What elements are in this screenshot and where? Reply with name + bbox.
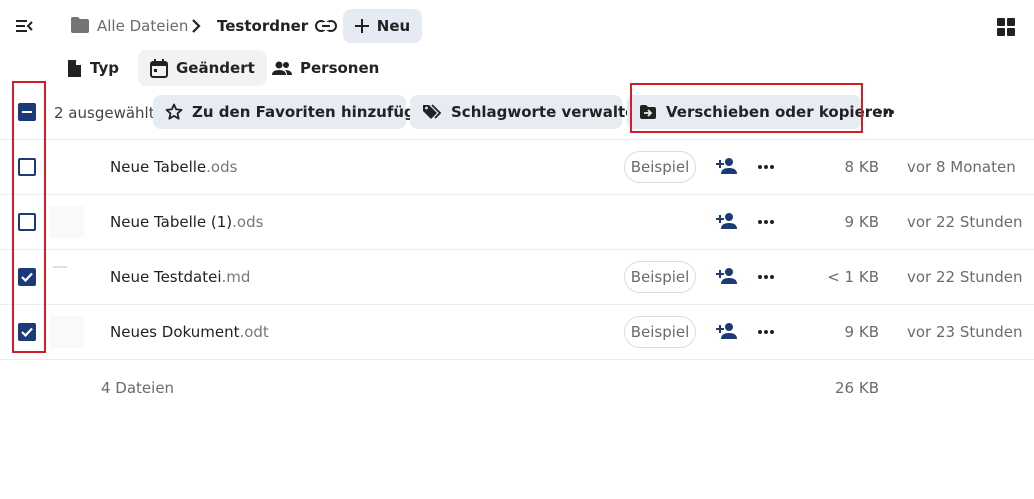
- filter-modified[interactable]: Geändert: [138, 50, 267, 86]
- file-modified: vor 8 Monaten: [907, 158, 1016, 176]
- filter-modified-label: Geändert: [176, 59, 255, 77]
- file-modified: vor 22 Stunden: [907, 213, 1023, 231]
- share-user-icon[interactable]: [716, 322, 738, 340]
- file-thumbnail: [53, 266, 67, 268]
- top-bar: Alle Dateien Testordner Neu: [0, 0, 1034, 52]
- share-user-icon[interactable]: [716, 212, 738, 230]
- file-name[interactable]: Neues Dokument.odt: [110, 323, 269, 341]
- plus-icon: [354, 19, 369, 33]
- file-icon: [66, 59, 82, 78]
- add-to-favorites-label: Zu den Favoriten hinzufügen: [192, 103, 436, 121]
- manage-tags-label: Schlagworte verwalten: [451, 103, 646, 121]
- file-name[interactable]: Neue Tabelle (1).ods: [110, 213, 263, 231]
- divider: [0, 359, 1034, 360]
- chevron-right-icon: [190, 17, 202, 35]
- breadcrumb-root[interactable]: Alle Dateien: [97, 17, 188, 35]
- file-size: 8 KB: [844, 158, 879, 176]
- table-row[interactable]: Neue Tabelle.ods Beispiel 8 KB vor 8 Mon…: [0, 140, 1034, 194]
- filter-people-label: Personen: [300, 59, 380, 77]
- share-user-icon[interactable]: [716, 267, 738, 285]
- highlight-move-button: [630, 83, 863, 133]
- tag-icon: [422, 103, 442, 121]
- tag-badge[interactable]: Beispiel: [624, 151, 696, 183]
- star-icon: [165, 103, 183, 121]
- file-size: < 1 KB: [827, 268, 879, 286]
- total-size-summary: 26 KB: [835, 379, 879, 397]
- file-modified: vor 23 Stunden: [907, 323, 1023, 341]
- file-size: 9 KB: [844, 323, 879, 341]
- file-name[interactable]: Neue Testdatei.md: [110, 268, 250, 286]
- breadcrumb-current[interactable]: Testordner: [217, 17, 308, 35]
- folder-icon[interactable]: [70, 16, 90, 34]
- selection-count: 2 ausgewählt: [54, 104, 155, 122]
- filter-type-label: Typ: [90, 59, 119, 77]
- row-actions-icon[interactable]: [756, 323, 776, 341]
- share-link-icon[interactable]: [314, 16, 338, 36]
- add-to-favorites-button[interactable]: Zu den Favoriten hinzufügen: [153, 95, 436, 129]
- grid-view-icon[interactable]: [996, 17, 1016, 37]
- file-size: 9 KB: [844, 213, 879, 231]
- filter-type[interactable]: Typ: [66, 50, 119, 86]
- row-actions-icon[interactable]: [756, 158, 776, 176]
- tag-badge[interactable]: Beispiel: [624, 316, 696, 348]
- new-button-label: Neu: [376, 17, 411, 35]
- people-icon: [272, 60, 292, 76]
- manage-tags-button[interactable]: Schlagworte verwalten: [410, 95, 646, 129]
- filter-people[interactable]: Personen: [272, 50, 379, 86]
- tag-badge[interactable]: Beispiel: [624, 261, 696, 293]
- highlight-checkbox-column: [12, 81, 46, 353]
- file-count-summary: 4 Dateien: [101, 379, 175, 397]
- new-button[interactable]: Neu: [343, 9, 422, 43]
- table-row[interactable]: Neues Dokument.odt Beispiel 9 KB vor 23 …: [0, 305, 1034, 359]
- table-row[interactable]: Neue Tabelle (1).ods 9 KB vor 22 Stunden: [0, 195, 1034, 249]
- table-row[interactable]: Neue Testdatei.md Beispiel < 1 KB vor 22…: [0, 250, 1034, 304]
- row-actions-icon[interactable]: [756, 268, 776, 286]
- file-thumbnail: [50, 316, 84, 348]
- file-modified: vor 22 Stunden: [907, 268, 1023, 286]
- toggle-navigation-icon[interactable]: [14, 16, 34, 36]
- file-thumbnail: [50, 206, 84, 238]
- more-actions-icon[interactable]: [876, 103, 896, 121]
- calendar-icon: [150, 58, 168, 78]
- share-user-icon[interactable]: [716, 157, 738, 175]
- row-actions-icon[interactable]: [756, 213, 776, 231]
- file-name[interactable]: Neue Tabelle.ods: [110, 158, 237, 176]
